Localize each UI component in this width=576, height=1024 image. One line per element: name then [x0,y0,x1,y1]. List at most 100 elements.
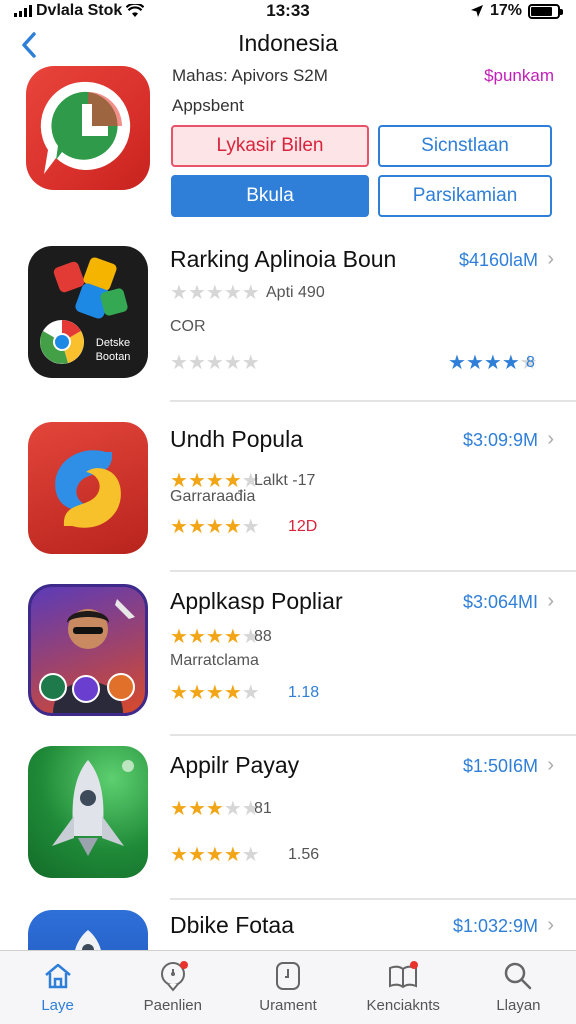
featured-app-icon[interactable] [26,66,150,190]
tab-home[interactable]: Laye [0,951,115,1024]
chevron-right-icon: › [547,248,554,270]
app-icon-undh[interactable] [28,422,148,554]
app-price[interactable]: $1:50I6M [463,756,538,777]
star-filled-icon: ★ [483,352,502,374]
star-filled-icon: ★ [448,352,466,374]
location-arrow-icon [470,5,483,17]
star-filled-icon: ★ [170,682,188,704]
featured-app: Mahas: Apivors S2M $punkam Appsbent Lyka… [0,62,576,222]
app-price[interactable]: $1:032:9M [453,916,538,937]
clock-card-icon [271,959,305,993]
star-filled-icon: ★ [223,626,242,648]
svg-text:Detske: Detske [96,337,130,349]
person-portrait-icon [39,599,135,713]
star-empty-icon: ★ [241,516,260,538]
status-left: Dvlala Stok [14,2,145,20]
app-subtitle-2: Garraraađia [170,488,256,505]
chat-clock-icon [40,81,131,174]
app-price[interactable]: $3:09:9M [463,430,538,451]
featured-promo[interactable]: $punkam [484,66,554,86]
row-divider [170,400,576,402]
svg-text:Bootan: Bootan [96,351,131,363]
rating-stars: ★ ★ ★ ★ ★ [170,624,260,649]
sicnstlaan-button[interactable]: Sicnstlaan [378,125,552,167]
star-filled-icon: ★ [187,626,206,648]
app-icon-ranking[interactable]: Detske Bootan [28,246,148,378]
tab-kenciaknts[interactable]: Kenciaknts [346,951,461,1024]
star-filled-icon: ★ [501,352,520,374]
app-icon-appilr[interactable] [28,746,148,878]
rating-count: 12D [288,518,318,535]
rating-count: 1.56 [288,846,320,863]
star-empty-icon: ★ [205,352,224,374]
bkula-button[interactable]: Bkula [171,175,369,217]
tab-search[interactable]: Llayan [461,951,576,1024]
rating-stars: ★ ★ ★ ★ ★ [170,280,260,305]
battery-icon [528,3,563,19]
star-filled-icon: ★ [187,844,206,866]
star-filled-icon: ★ [187,798,206,820]
star-empty-icon: ★ [187,352,206,374]
featured-meta: Mahas: Apivors S2M [172,66,328,85]
app-subtitle-2: COR [170,318,206,335]
star-filled-icon: ★ [170,516,188,538]
tab-label: Paenlien [143,997,202,1014]
app-name: Applkasp Popliar [170,588,343,614]
colorful-blocks-icon: Detske Bootan [40,257,131,364]
featured-developer: Appsbent [172,96,244,115]
parsikamian-button[interactable]: Parsikamian [378,175,552,217]
battery-percent: 17% [489,2,522,19]
app-price[interactable]: $3:064MI [463,592,538,613]
app-row[interactable]: Detske Bootan Rarking Aplinoia Boun $416… [0,240,576,404]
app-subtitle: 81 [254,800,272,817]
map-pin-icon [156,959,190,993]
rating-stars: ★ ★ ★ ★ ★ [170,796,260,821]
star-filled-icon: ★ [205,798,224,820]
star-filled-icon: ★ [170,844,188,866]
app-icon-applkasp[interactable] [28,584,148,716]
app-price[interactable]: $4160laM [459,250,538,271]
lykasir-button[interactable]: Lykasir Bilen [171,125,369,167]
app-row[interactable]: Applkasp Popliar $3:064MI › ★ ★ ★ ★ ★ 88 Mar… [0,572,576,736]
app-subtitle: 88 [254,628,272,645]
star-filled-icon: ★ [170,626,188,648]
notification-badge [179,961,188,969]
wifi-icon [126,4,145,17]
star-empty-icon: ★ [241,844,260,866]
home-icon [41,959,75,993]
tab-paenlien[interactable]: Paenlien [115,951,230,1024]
star-filled-icon: ★ [205,682,224,704]
star-empty-icon: ★ [223,798,242,820]
star-empty-icon: ★ [241,682,260,704]
app-name: Undh Popula [170,426,303,452]
rating-stars-secondary: ★ ★ ★ ★ ★ [170,842,260,867]
tab-bar: Laye Paenlien Urament Kenciaknts Llayan [0,950,576,1024]
star-filled-icon: ★ [465,352,484,374]
app-row[interactable]: Appilr Payay $1:50I6M › ★ ★ ★ ★ ★ 81 ★ ★ ★ ★ ★ 1… [0,736,576,900]
star-filled-icon: ★ [223,844,242,866]
rating-stars-secondary: ★ ★ ★ ★ ★ [170,514,260,539]
tab-urament[interactable]: Urament [230,951,345,1024]
app-subtitle: Lalkt -17 [254,472,316,489]
status-right: 17% [470,2,563,20]
app-name: Appilr Payay [170,752,300,778]
rating-count-right: 8 [526,354,535,371]
app-name: Rarking Aplinoia Boun [170,246,397,272]
tab-label: Kenciaknts [366,997,440,1014]
tab-label: Llayan [496,997,541,1014]
star-empty-icon: ★ [170,352,188,374]
rating-stars-secondary: ★ ★ ★ ★ ★ [170,350,260,375]
star-filled-icon: ★ [187,682,206,704]
rocket-icon [52,760,134,856]
star-filled-icon: ★ [187,516,206,538]
star-empty-icon: ★ [223,352,242,374]
tab-label: Laye [41,997,74,1014]
app-row[interactable]: Undh Popula $3:09:9M › ★ ★ ★ ★ ★ Lalkt -17 G… [0,408,576,572]
star-filled-icon: ★ [205,844,224,866]
star-empty-icon: ★ [205,282,224,304]
search-icon [501,959,535,993]
chevron-right-icon: › [547,590,554,612]
status-time: 13:33 [266,1,310,20]
battery-fill [531,6,552,16]
star-empty-icon: ★ [241,352,260,374]
